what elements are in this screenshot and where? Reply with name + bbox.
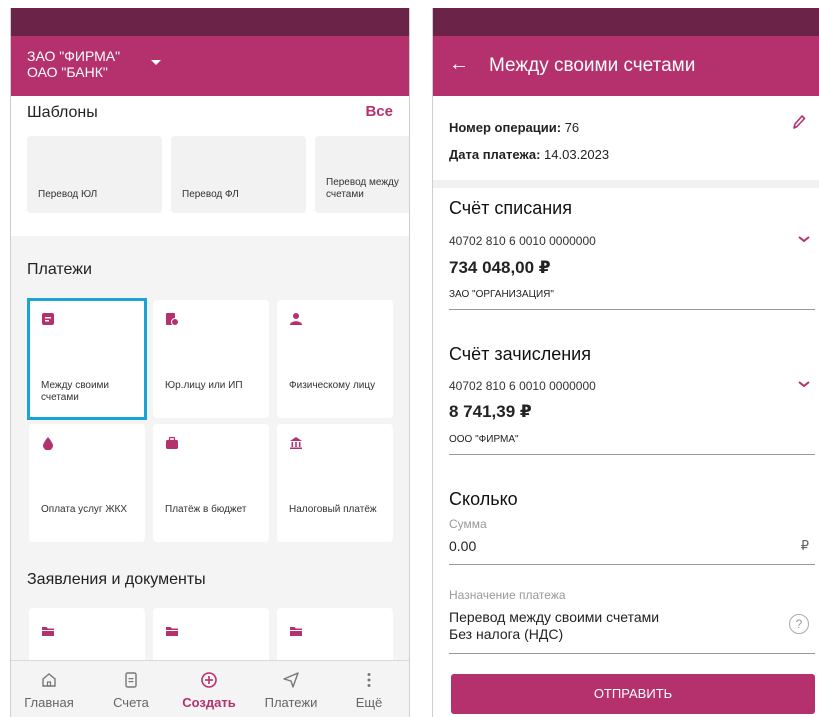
template-card-individual[interactable]: Перевод ФЛ (171, 136, 306, 213)
template-label: Перевод между счетами (326, 177, 399, 200)
field-underline (449, 653, 815, 654)
operation-number-label: Номер операции: (449, 120, 562, 135)
nav-home[interactable]: Главная (17, 671, 81, 710)
payment-card-legal-entity[interactable]: Юр.лицу или ИП (153, 300, 269, 418)
bank-icon (290, 437, 302, 449)
drop-icon (43, 437, 53, 450)
templates-section: Шаблоны Все Перевод ЮЛ Перевод ФЛ Перево… (11, 96, 409, 236)
payment-date-label: Дата платежа: (449, 147, 541, 162)
accounts-icon (125, 672, 137, 688)
templates-title: Шаблоны (27, 104, 98, 121)
amount-input[interactable]: 0.00 (449, 538, 476, 554)
page-title: Между своими счетами (489, 55, 696, 76)
create-screen: ЗАО "ФИРМА" ОАО "БАНК" Шаблоны Все Перев… (10, 8, 410, 717)
nav-label: Платежи (264, 695, 318, 710)
nav-payments[interactable]: Платежи (259, 671, 323, 710)
template-card-legal[interactable]: Перевод ЮЛ (27, 136, 162, 213)
bank-name: ОАО "БАНК" (27, 64, 108, 80)
payment-label: Физическому лицу (289, 380, 376, 391)
template-card-own-accounts[interactable]: Перевод между счетами (315, 136, 409, 213)
transfer-form-screen: ← Между своими счетами Номер операции: 7… (432, 8, 819, 717)
amount-label: Сумма (449, 517, 487, 531)
folder-icon (42, 627, 54, 636)
send-button[interactable]: ОТПРАВИТЬ (451, 674, 815, 714)
more-vertical-icon (367, 673, 371, 687)
payment-label: Оплата услуг ЖКХ (41, 504, 128, 515)
operation-number-value: 76 (564, 120, 580, 135)
briefcase-icon (166, 436, 178, 449)
credit-account-title: Счёт зачисления (449, 344, 591, 364)
payment-date-value: 14.03.2023 (544, 147, 610, 162)
credit-account-balance: 8 741,39 ₽ (449, 402, 532, 421)
person-icon (290, 313, 302, 325)
credit-account-owner: ООО "ФИРМА" (449, 434, 519, 445)
purpose-input-line-1[interactable]: Перевод между своими счетами (449, 609, 659, 625)
field-underline (449, 564, 815, 565)
send-icon (283, 672, 299, 688)
nav-label: Создать (182, 695, 236, 710)
nav-label: Главная (24, 695, 74, 710)
folder-icon (166, 627, 178, 636)
template-label: Перевод ФЛ (182, 189, 239, 200)
status-bar (11, 8, 409, 36)
nav-create[interactable]: Создать (177, 671, 241, 710)
organization-name: ЗАО "ФИРМА" (27, 48, 121, 64)
selection-highlight (27, 298, 147, 420)
screenshot-canvas: ЗАО "ФИРМА" ОАО "БАНК" Шаблоны Все Перев… (0, 0, 819, 717)
nav-more[interactable]: Ещё (337, 671, 401, 710)
nav-label: Ещё (355, 695, 383, 710)
operation-info: Номер операции: 76 Дата платежа: 14.03.2… (433, 96, 819, 180)
organization-switcher[interactable]: ЗАО "ФИРМА" ОАО "БАНК" (11, 36, 409, 96)
payment-card-individual[interactable]: Физическому лицу (277, 300, 393, 418)
status-bar (433, 8, 819, 36)
plus-circle-icon (201, 672, 217, 688)
templates-all-link[interactable]: Все (365, 103, 393, 120)
document-card[interactable] (277, 608, 393, 668)
nav-accounts[interactable]: Счета (99, 671, 163, 710)
field-underline (449, 454, 815, 455)
debit-account-owner: ЗАО "ОРГАНИЗАЦИЯ" (449, 289, 554, 300)
help-icon[interactable]: ? (789, 614, 809, 634)
payment-card-tax[interactable]: Налоговый платёж (277, 424, 393, 542)
payment-card-budget[interactable]: Платёж в бюджет (153, 424, 269, 542)
section-divider (433, 180, 819, 188)
folder-icon (290, 627, 302, 636)
debit-account-balance: 734 048,00 ₽ (449, 258, 551, 277)
chevron-down-icon[interactable] (797, 379, 811, 389)
payment-card-utilities[interactable]: Оплата услуг ЖКХ (29, 424, 145, 542)
bottom-navigation: Главная Счета Создать Платежи Ещё (11, 660, 409, 717)
payments-title: Платежи (27, 261, 92, 278)
currency-symbol: ₽ (800, 538, 809, 553)
edit-icon[interactable] (792, 114, 806, 130)
payment-label: Платёж в бюджет (165, 504, 247, 515)
credit-account-number: 40702 810 6 0010 0000000 (449, 379, 596, 393)
purpose-label: Назначение платежа (449, 588, 566, 602)
nav-label: Счета (113, 695, 149, 710)
document-card[interactable] (153, 608, 269, 668)
amount-section-title: Сколько (449, 489, 518, 509)
debit-account-title: Счёт списания (449, 198, 572, 218)
back-arrow-icon[interactable]: ← (449, 54, 469, 74)
app-bar: ← Между своими счетами (433, 36, 819, 96)
payment-date: Дата платежа: 14.03.2023 (449, 147, 609, 162)
field-underline (449, 309, 815, 310)
payment-label: Юр.лицу или ИП (165, 380, 243, 391)
business-doc-icon (166, 313, 179, 326)
payment-label: Налоговый платёж (289, 504, 377, 515)
chevron-down-icon[interactable] (797, 234, 811, 244)
home-icon (42, 673, 56, 687)
document-card[interactable] (29, 608, 145, 668)
purpose-input-line-2[interactable]: Без налога (НДС) (449, 626, 563, 642)
dropdown-caret-icon[interactable] (151, 60, 161, 65)
operation-number: Номер операции: 76 (449, 120, 579, 135)
debit-account-number: 40702 810 6 0010 0000000 (449, 234, 596, 248)
template-label: Перевод ЮЛ (38, 189, 98, 200)
documents-title: Заявления и документы (27, 571, 206, 588)
